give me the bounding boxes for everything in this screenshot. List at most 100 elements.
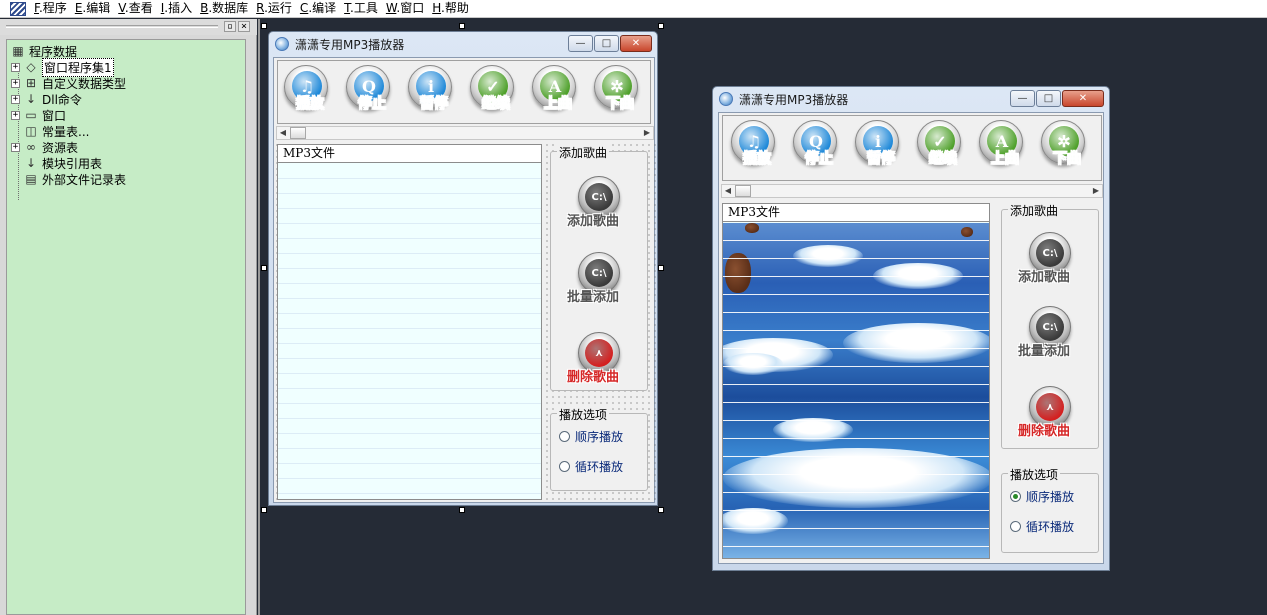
side-glyph-icon: C:\ bbox=[585, 259, 613, 287]
resize-handle-se[interactable] bbox=[658, 507, 664, 513]
menu-bar: F.程序 E.编辑 V.查看 I.插入 B.数据库 R.运行 C.编译 T.工具 W.窗口 H.帮… bbox=[0, 0, 1267, 18]
side-glyph-icon: C:\ bbox=[1036, 313, 1064, 341]
menu-item-f[interactable]: F.程序 bbox=[30, 0, 71, 18]
toolbar-button[interactable]: i 暂停 bbox=[406, 65, 458, 115]
menu-item-w[interactable]: W.窗口 bbox=[382, 0, 428, 18]
menu-item-label: .查看 bbox=[124, 0, 153, 15]
menu-item-r[interactable]: R.运行 bbox=[252, 0, 296, 18]
toolbar-button[interactable]: A 上曲 bbox=[977, 120, 1029, 170]
side-glyph-icon: C:\ bbox=[1036, 239, 1064, 267]
menu-item-v[interactable]: V.查看 bbox=[114, 0, 157, 18]
side-button-label: 添加歌曲 bbox=[1018, 270, 1071, 285]
play-option-radio[interactable]: 顺序播放 bbox=[559, 428, 623, 445]
scroll-thumb[interactable] bbox=[735, 185, 751, 197]
menu-item-label: .插入 bbox=[164, 0, 193, 15]
play-option-radio[interactable]: 顺序播放 bbox=[1010, 488, 1074, 505]
play-option-radio[interactable]: 循环播放 bbox=[559, 458, 623, 475]
panel-splitter[interactable] bbox=[258, 19, 260, 615]
play-option-label: 循环播放 bbox=[575, 460, 624, 474]
designer-client-area: ♫ 播放 Q 停止 i 暂停 ✓ 继续 A 上曲 ✲ 下曲 ◀ ▶ MP3文件 添加歌曲 C:\ 添加歌… bbox=[273, 57, 656, 504]
running-mp3-list[interactable]: MP3文件 bbox=[722, 203, 990, 559]
designer-hscroll[interactable]: ◀ ▶ bbox=[276, 126, 654, 140]
toolbar-button[interactable]: ♫ 播放 bbox=[282, 65, 334, 115]
side-button-label: 批量添加 bbox=[567, 290, 620, 305]
add-group-title: 添加歌曲 bbox=[557, 144, 610, 161]
toolbar-button-label: 播放 bbox=[296, 96, 325, 113]
toolbar-button[interactable]: Q 停止 bbox=[791, 120, 843, 170]
mp3-list-rows[interactable] bbox=[278, 164, 541, 499]
play-option-label: 循环播放 bbox=[1026, 520, 1075, 534]
toolbar-button[interactable]: ✲ 下曲 bbox=[1039, 120, 1091, 170]
scroll-left-arrow[interactable]: ◀ bbox=[722, 185, 734, 197]
resize-handle-sw[interactable] bbox=[261, 507, 267, 513]
tree-item[interactable]: ↓ 模块引用表 bbox=[11, 155, 102, 171]
maximize-button[interactable]: □ bbox=[1036, 90, 1061, 107]
sea-background-image[interactable] bbox=[723, 223, 989, 558]
side-button[interactable]: C:\ 添加歌曲 bbox=[565, 176, 635, 236]
tree-expander[interactable]: + bbox=[11, 94, 20, 104]
tree-item[interactable]: + ⊞ 自定义数据类型 bbox=[11, 75, 126, 91]
panel-pin-button[interactable]: ▫ bbox=[224, 21, 236, 32]
program-tree: ▦ 程序数据 + ◇ 窗口程序集1 + ⊞ 自定义数据类型 + ↓ Dll命令 + ▭ 窗口 ◫ 常量表.… bbox=[6, 39, 246, 615]
resize-handle-s[interactable] bbox=[459, 507, 465, 513]
menu-item-label: .编译 bbox=[308, 0, 337, 15]
maximize-button[interactable]: □ bbox=[594, 35, 619, 52]
radio-circle-icon bbox=[1010, 521, 1021, 532]
toolbar-button[interactable]: Q 停止 bbox=[344, 65, 396, 115]
minimize-button[interactable]: — bbox=[1010, 90, 1035, 107]
tree-expander[interactable]: + bbox=[11, 142, 20, 152]
tree-item[interactable]: + ▭ 窗口 bbox=[11, 107, 66, 123]
tree-expander[interactable]: + bbox=[11, 62, 20, 72]
menu-item-b[interactable]: B.数据库 bbox=[196, 0, 252, 18]
play-option-radio[interactable]: 循环播放 bbox=[1010, 518, 1074, 535]
tree-item[interactable]: ◫ 常量表... bbox=[11, 123, 89, 139]
side-button-label: 添加歌曲 bbox=[567, 214, 620, 229]
side-button[interactable]: C:\ 批量添加 bbox=[565, 252, 635, 312]
tree-expander[interactable]: + bbox=[11, 110, 20, 120]
scroll-right-arrow[interactable]: ▶ bbox=[641, 127, 653, 139]
running-client-area: ♫播放Q停止i暂停✓继续A上曲✲下曲 ◀ ▶ MP3文件 bbox=[718, 112, 1104, 564]
menu-item-t[interactable]: T.工具 bbox=[340, 0, 382, 18]
menu-accelerator-key: H bbox=[432, 0, 442, 15]
radio-circle-icon bbox=[1010, 491, 1021, 502]
resize-handle-nw[interactable] bbox=[261, 23, 267, 29]
toolbar-button[interactable]: A 上曲 bbox=[530, 65, 582, 115]
tree-item[interactable]: + ∞ 资源表 bbox=[11, 139, 78, 155]
close-button[interactable]: ✕ bbox=[1062, 90, 1104, 107]
menu-item-e[interactable]: E.编辑 bbox=[71, 0, 114, 18]
toolbar-button[interactable]: ✓ 继续 bbox=[915, 120, 967, 170]
side-button[interactable]: C:\ 批量添加 bbox=[1016, 306, 1086, 366]
toolbar-button[interactable]: ♫ 播放 bbox=[729, 120, 781, 170]
add-group-title: 添加歌曲 bbox=[1008, 202, 1061, 219]
list-row-lines bbox=[723, 223, 989, 558]
side-button[interactable]: C:\ 添加歌曲 bbox=[1016, 232, 1086, 292]
tree-expander[interactable]: + bbox=[11, 78, 20, 88]
toolbar-button[interactable]: i 暂停 bbox=[853, 120, 905, 170]
panel-close-button[interactable]: × bbox=[238, 21, 250, 32]
tree-item[interactable]: + ◇ 窗口程序集1 bbox=[11, 57, 114, 77]
side-button[interactable]: ⋏ 删除歌曲 bbox=[565, 332, 635, 392]
resize-handle-ne[interactable] bbox=[658, 23, 664, 29]
resize-handle-n[interactable] bbox=[459, 23, 465, 29]
resize-handle-e[interactable] bbox=[658, 265, 664, 271]
scroll-left-arrow[interactable]: ◀ bbox=[277, 127, 289, 139]
running-titlebar[interactable]: 潇潇专用MP3播放器 — □ ✕ bbox=[713, 87, 1109, 111]
running-hscroll[interactable]: ◀ ▶ bbox=[721, 184, 1103, 198]
designer-titlebar[interactable]: 潇潇专用MP3播放器 — □ ✕ bbox=[269, 32, 657, 56]
designer-mp3-list[interactable]: MP3文件 bbox=[277, 144, 542, 500]
menu-item-c[interactable]: C.编译 bbox=[296, 0, 340, 18]
menu-accelerator-key: V bbox=[118, 0, 125, 15]
tree-item[interactable]: + ↓ Dll命令 bbox=[11, 91, 82, 107]
tree-item[interactable]: ▤ 外部文件记录表 bbox=[11, 171, 126, 187]
scroll-right-arrow[interactable]: ▶ bbox=[1090, 185, 1102, 197]
side-button[interactable]: ⋏ 删除歌曲 bbox=[1016, 386, 1086, 446]
menu-item-i[interactable]: I.插入 bbox=[157, 0, 196, 18]
close-button[interactable]: ✕ bbox=[620, 35, 652, 52]
panel-grip[interactable] bbox=[6, 25, 218, 28]
scroll-thumb[interactable] bbox=[290, 127, 306, 139]
minimize-button[interactable]: — bbox=[568, 35, 593, 52]
menu-item-h[interactable]: H.帮助 bbox=[428, 0, 473, 18]
toolbar-button[interactable]: ✲ 下曲 bbox=[592, 65, 644, 115]
resize-handle-w[interactable] bbox=[261, 265, 267, 271]
toolbar-button[interactable]: ✓ 继续 bbox=[468, 65, 520, 115]
